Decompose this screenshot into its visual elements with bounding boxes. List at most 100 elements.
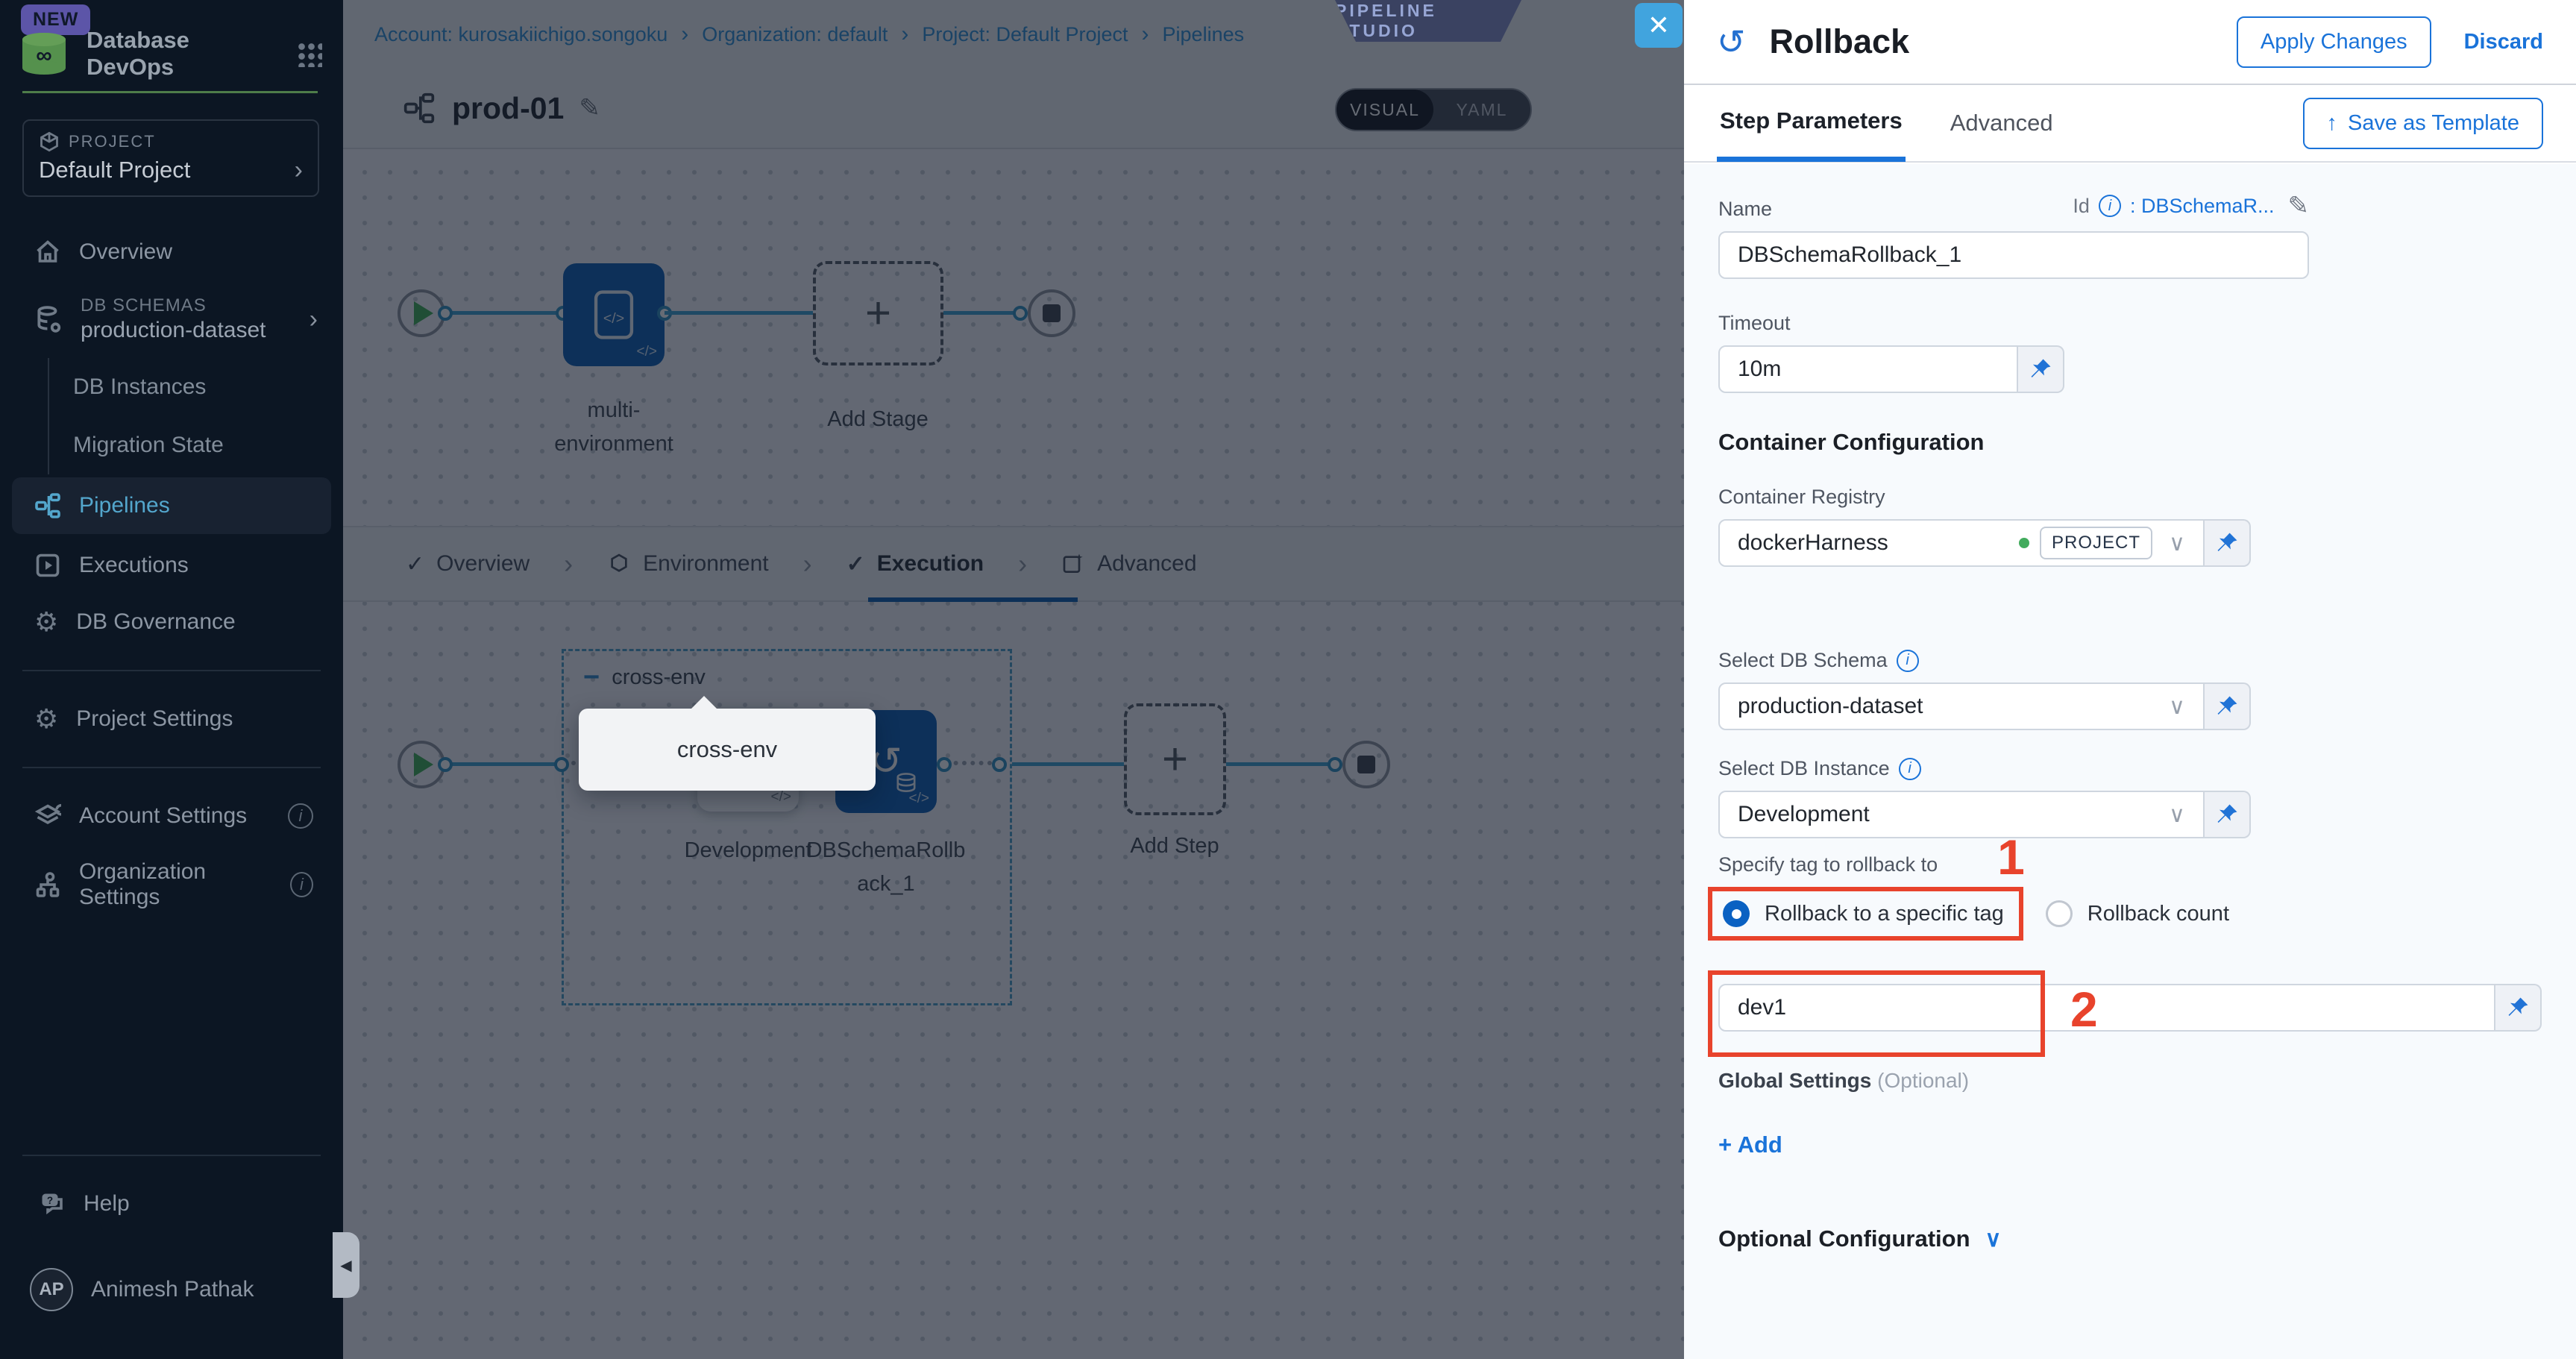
- container-registry-field[interactable]: dockerHarness PROJECT ∨: [1718, 519, 2205, 567]
- name-label: Name: [1718, 198, 1772, 221]
- connectivity-status-dot: [2019, 538, 2029, 548]
- global-settings-row: Global Settings (Optional): [1718, 1069, 2542, 1093]
- add-global-setting-button[interactable]: + Add: [1718, 1132, 2542, 1158]
- optional-configuration-toggle[interactable]: Optional Configuration ∨: [1718, 1225, 2542, 1252]
- drawer-tabs: Step Parameters Advanced ↑ Save as Templ…: [1684, 85, 2576, 163]
- database-devops-logo-icon: ∞: [21, 32, 67, 75]
- save-as-template-button[interactable]: ↑ Save as Template: [2303, 98, 2544, 149]
- info-icon: i: [2099, 195, 2121, 217]
- pin-icon: [2028, 357, 2053, 382]
- timeout-runtime-pin[interactable]: [2018, 345, 2064, 393]
- sidebar-item-overview[interactable]: Overview: [0, 224, 343, 280]
- pin-icon: [2214, 694, 2240, 719]
- optional-hint: (Optional): [1877, 1069, 1969, 1092]
- name-input[interactable]: [1718, 231, 2309, 279]
- sidebar-item-help[interactable]: ? Help: [0, 1176, 343, 1232]
- drawer-title: Rollback: [1770, 22, 2217, 61]
- sidebar-item-account-settings[interactable]: Account Settings i: [0, 788, 343, 844]
- id-label: Id: [2073, 195, 2090, 218]
- step-parameters-form: Name Id i : DBSchemaR... ✎ Timeout Conta…: [1684, 164, 2576, 1359]
- chevron-down-icon: ∨: [2169, 530, 2185, 556]
- drawer-backdrop[interactable]: [343, 0, 1684, 1359]
- info-icon: i: [290, 872, 313, 897]
- chevron-down-icon: ∨: [2169, 694, 2185, 720]
- tag-runtime-pin[interactable]: [2495, 984, 2542, 1032]
- container-configuration-heading: Container Configuration: [1718, 429, 2542, 456]
- sidebar-item-organization-settings[interactable]: Organization Settings i: [0, 844, 343, 925]
- radio-unselected-icon[interactable]: [2046, 900, 2073, 927]
- sidebar-collapse-handle[interactable]: ◀: [333, 1232, 359, 1298]
- global-settings-label: Global Settings: [1718, 1069, 1871, 1092]
- edit-id-icon[interactable]: ✎: [2288, 191, 2310, 221]
- apply-changes-button[interactable]: Apply Changes: [2237, 16, 2431, 68]
- db-schema-label: Select DB Schema: [1718, 649, 1888, 672]
- upload-icon: ↑: [2327, 111, 2338, 136]
- cross-env-tooltip: cross-env: [579, 709, 876, 791]
- executions-icon: [34, 552, 61, 579]
- app-root: NEW ∞ Database DevOps PROJECT Default Pr…: [0, 0, 2576, 1359]
- sidebar-item-db-instances[interactable]: DB Instances: [49, 358, 343, 416]
- cube-icon: [39, 131, 60, 152]
- chevron-right-icon: ›: [295, 157, 303, 183]
- sidebar-item-db-governance[interactable]: ⚙ DB Governance: [0, 594, 343, 650]
- drawer-header: ↺ Rollback Apply Changes Discard: [1684, 0, 2576, 85]
- svg-text:?: ?: [47, 1195, 53, 1206]
- logo-divider: [22, 91, 318, 93]
- app-grid-icon[interactable]: [295, 40, 322, 67]
- avatar: AP: [30, 1268, 73, 1311]
- collapse-arrow-icon: ◀: [340, 1256, 351, 1275]
- sidebar-divider: [22, 1155, 321, 1156]
- db-instance-label: Select DB Instance: [1718, 757, 1890, 780]
- db-schema-label-row: Select DB Schema i: [1718, 649, 2542, 672]
- db-instance-select[interactable]: Development ∨: [1718, 791, 2205, 838]
- tab-step-parameters[interactable]: Step Parameters: [1717, 85, 1906, 162]
- rollback-icon: ↺: [1717, 25, 1746, 59]
- info-icon: i: [1899, 758, 1921, 780]
- pin-icon: [2214, 802, 2240, 827]
- app-title: Database DevOps: [87, 27, 276, 81]
- sidebar-item-project-settings[interactable]: ⚙ Project Settings: [0, 691, 343, 747]
- home-icon: [34, 239, 61, 266]
- svg-text:∞: ∞: [36, 43, 51, 68]
- pin-icon: [2214, 530, 2240, 556]
- close-icon: ✕: [1647, 10, 1670, 41]
- sidebar-item-migration-state[interactable]: Migration State: [49, 416, 343, 474]
- sidebar-divider: [22, 670, 321, 671]
- annotation-box-1: Rollback to a specific tag 1: [1708, 887, 2023, 941]
- tab-advanced[interactable]: Advanced: [1947, 87, 2056, 159]
- db-schema-runtime-pin[interactable]: [2205, 682, 2251, 730]
- pin-icon: [2505, 995, 2531, 1020]
- sidebar: NEW ∞ Database DevOps PROJECT Default Pr…: [0, 0, 343, 1359]
- project-selector[interactable]: PROJECT Default Project ›: [22, 119, 319, 197]
- timeout-input[interactable]: [1718, 345, 2018, 393]
- pipelines-icon: [34, 492, 61, 519]
- user-menu[interactable]: AP Animesh Pathak: [0, 1253, 343, 1326]
- pipeline-studio: Account: kurosakiichigo.songoku › Organi…: [343, 0, 1684, 1359]
- container-registry-label: Container Registry: [1718, 486, 2542, 509]
- timeout-label: Timeout: [1718, 312, 2542, 335]
- gear-icon: ⚙: [34, 609, 58, 635]
- scope-badge: PROJECT: [2040, 527, 2152, 559]
- close-drawer-button[interactable]: ✕: [1635, 3, 1683, 48]
- db-schema-select[interactable]: production-dataset ∨: [1718, 682, 2205, 730]
- project-label: PROJECT: [69, 132, 156, 151]
- info-icon: i: [288, 803, 313, 829]
- radio-selected-icon[interactable]: [1723, 900, 1750, 927]
- discard-button[interactable]: Discard: [2464, 30, 2543, 54]
- chevron-right-icon: ›: [310, 307, 318, 332]
- layers-icon: [34, 803, 61, 829]
- radio-rollback-count[interactable]: Rollback count: [2046, 900, 2229, 927]
- chevron-down-icon: ∨: [1985, 1226, 2002, 1252]
- project-name: Default Project: [39, 157, 190, 183]
- db-instance-label-row: Select DB Instance i: [1718, 757, 2542, 780]
- radio-rollback-specific-tag[interactable]: Rollback to a specific tag: [1723, 900, 2004, 927]
- sidebar-divider: [22, 767, 321, 768]
- sidebar-item-executions[interactable]: Executions: [0, 537, 343, 594]
- db-instance-runtime-pin[interactable]: [2205, 791, 2251, 838]
- sidebar-item-pipelines[interactable]: Pipelines: [12, 477, 331, 534]
- pipeline-studio-badge: PIPELINE STUDIO: [1335, 0, 1521, 42]
- db-schema-icon: [34, 305, 63, 333]
- annotation-number-1: 1: [1997, 829, 2025, 885]
- registry-runtime-pin[interactable]: [2205, 519, 2251, 567]
- sidebar-item-db-schemas[interactable]: DB SCHEMAS production-dataset ›: [0, 280, 343, 358]
